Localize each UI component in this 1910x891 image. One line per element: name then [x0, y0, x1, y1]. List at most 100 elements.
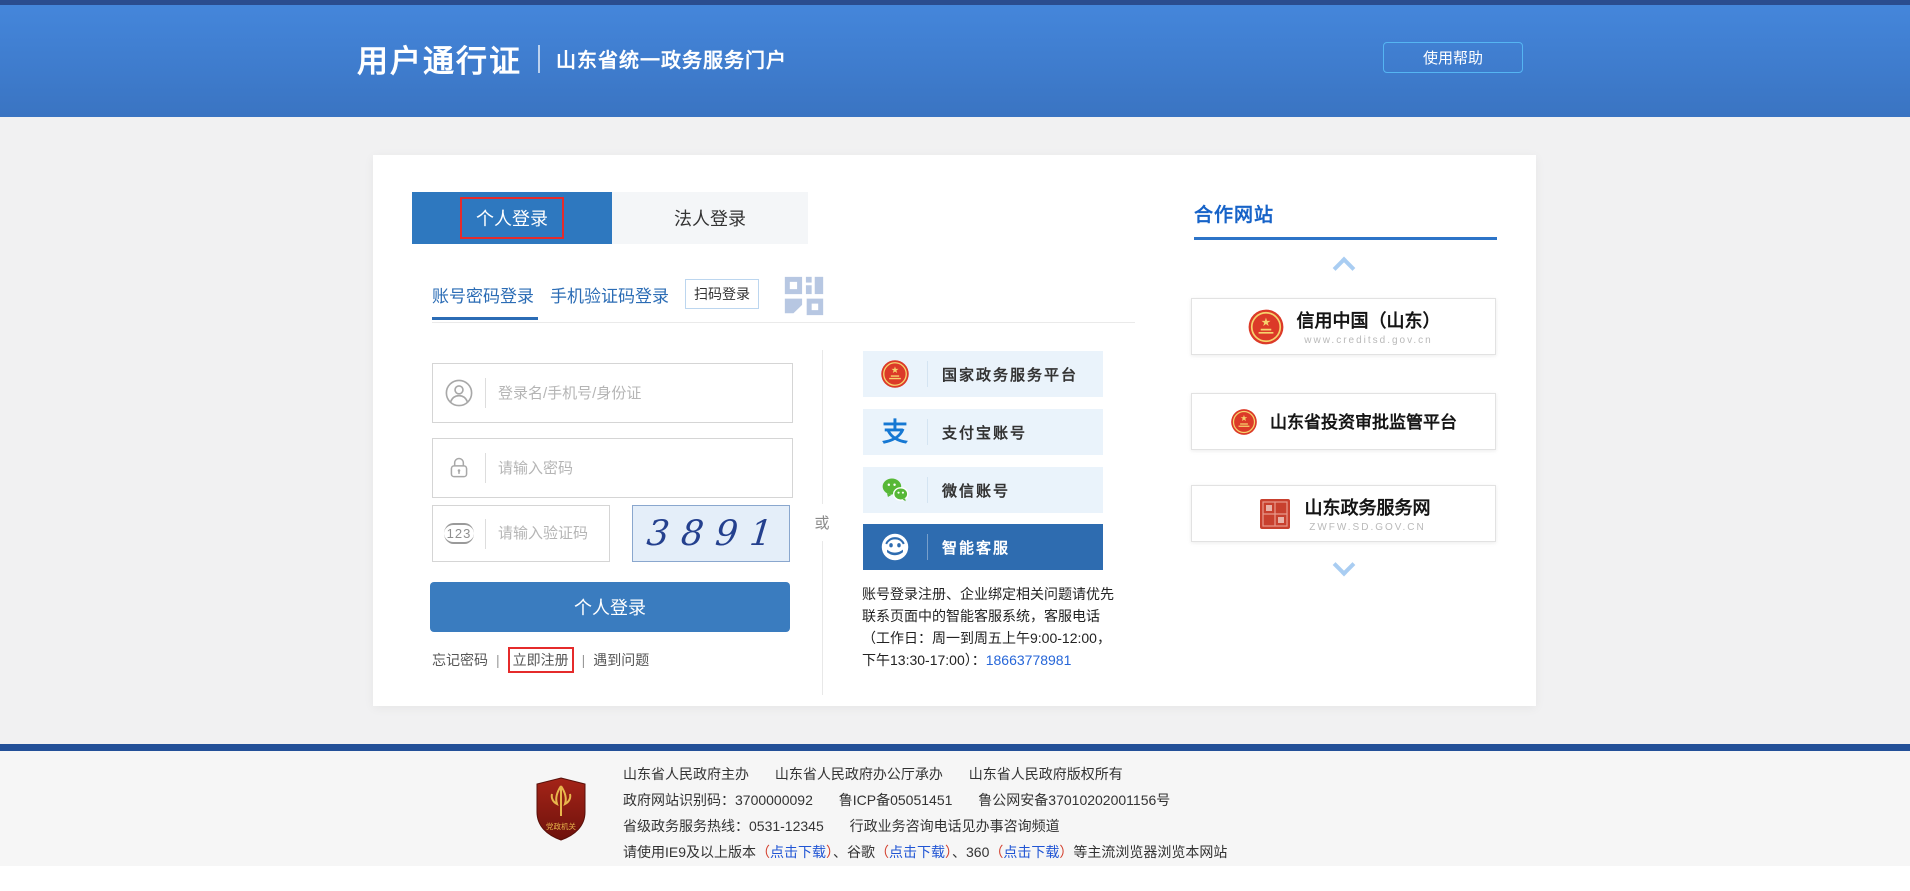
- chevron-up-icon[interactable]: [1334, 255, 1354, 275]
- brand: 用户通行证 山东省统一政务服务门户: [357, 0, 787, 117]
- download-ie-link[interactable]: 点击下载: [770, 844, 826, 860]
- partner-name: 信用中国（山东）: [1297, 307, 1441, 333]
- footer-copyright: 山东省人民政府版权所有: [969, 766, 1123, 782]
- username-input[interactable]: [486, 385, 792, 402]
- method-sms-code[interactable]: 手机验证码登录: [550, 282, 669, 307]
- service-phone-link[interactable]: 18663778981: [986, 652, 1072, 668]
- customer-service-note: 账号登录注册、企业绑定相关问题请优先联系页面中的智能客服系统，客服电话（工作日：…: [862, 583, 1120, 671]
- footer-text: 山东省人民政府主办 山东省人民政府办公厅承办 山东省人民政府版权所有 政府网站识…: [623, 761, 1227, 865]
- browser-note-360: 、360: [952, 844, 989, 860]
- footer-security-record: 鲁公网安备37010202001156号: [978, 792, 1170, 808]
- password-field-wrap: [432, 438, 793, 498]
- password-input[interactable]: [486, 460, 792, 477]
- header: 用户通行证 山东省统一政务服务门户 使用帮助: [0, 0, 1910, 117]
- qr-code-icon[interactable]: [781, 273, 827, 319]
- svg-text:★: ★: [1240, 413, 1248, 423]
- partner-url-caption: www.creditsd.gov.cn: [1304, 335, 1432, 346]
- captcha-value: 3891: [635, 514, 786, 554]
- annotation-box-register: 立即注册: [508, 647, 574, 673]
- partner-site-shandong-zwfw[interactable]: 山东政务服务网 ZWFW.SD.GOV.CN: [1191, 485, 1496, 542]
- tab-legal-label: 法人登录: [674, 205, 746, 231]
- paren-open: （: [756, 844, 770, 860]
- divider-line: [822, 541, 823, 695]
- partner-card-text: 山东政务服务网 ZWFW.SD.GOV.CN: [1305, 494, 1431, 533]
- captcha-image[interactable]: 3891: [632, 505, 790, 562]
- footer-icp: 鲁ICP备05051451: [839, 792, 953, 808]
- footer-hotline: 省级政务服务热线：0531-12345: [623, 818, 824, 834]
- helper-links-row: 忘记密码 | 立即注册 | 遇到问题: [432, 647, 649, 673]
- third-party-label: 国家政务服务平台: [928, 364, 1078, 385]
- partner-card-text: 信用中国（山东） www.creditsd.gov.cn: [1297, 307, 1441, 346]
- third-party-label: 支付宝账号: [928, 422, 1027, 443]
- site-title: 用户通行证: [357, 36, 522, 81]
- tab-personal-label: 个人登录: [476, 209, 548, 229]
- partners-title: 合作网站: [1194, 200, 1274, 227]
- personal-login-submit-button[interactable]: 个人登录: [430, 582, 790, 632]
- third-party-label: 智能客服: [928, 537, 1010, 558]
- partners-title-underline: [1194, 237, 1497, 240]
- government-badge-icon: 党政机关: [533, 776, 589, 842]
- footer-accent-bar: [0, 744, 1910, 751]
- third-party-wechat[interactable]: 微信账号: [863, 467, 1103, 513]
- browser-note-prefix: 请使用IE9及以上版本: [623, 844, 756, 860]
- national-emblem-icon: ★: [1230, 408, 1258, 436]
- wechat-icon: [863, 475, 927, 505]
- captcha-field-wrap: 123: [432, 505, 610, 562]
- svg-text:★: ★: [1260, 315, 1270, 328]
- method-scan-login[interactable]: 扫码登录: [685, 279, 759, 309]
- footer-host: 山东省人民政府主办: [623, 766, 749, 782]
- red-seal-icon: [1257, 496, 1293, 532]
- forgot-password-link[interactable]: 忘记密码: [432, 650, 488, 670]
- or-divider: 或: [813, 350, 831, 695]
- national-emblem-icon: ★: [863, 359, 927, 389]
- footer-line-1: 山东省人民政府主办 山东省人民政府办公厅承办 山东省人民政府版权所有: [623, 761, 1227, 787]
- footer-organizer: 山东省人民政府办公厅承办: [775, 766, 943, 782]
- partner-site-credit-china[interactable]: ★ 信用中国（山东） www.creditsd.gov.cn: [1191, 298, 1496, 355]
- login-card: 个人登录 法人登录 账号密码登录 手机验证码登录 扫码登录: [373, 155, 1536, 706]
- partner-site-investment-platform[interactable]: ★ 山东省投资审批监管平台: [1191, 393, 1496, 450]
- login-portal-page: 用户通行证 山东省统一政务服务门户 使用帮助 个人登录 法人登录 账号密码登录 …: [0, 0, 1910, 891]
- third-party-smart-service[interactable]: 智能客服: [863, 524, 1103, 570]
- download-360-link[interactable]: 点击下载: [1003, 844, 1059, 860]
- trouble-link[interactable]: 遇到问题: [593, 650, 649, 670]
- tab-personal-login[interactable]: 个人登录: [412, 192, 612, 244]
- footer-line-4: 请使用IE9及以上版本（点击下载）、谷歌（点击下载）、360（点击下载）等主流浏…: [623, 839, 1227, 865]
- site-subtitle: 山东省统一政务服务门户: [556, 44, 787, 73]
- tab-legal-login[interactable]: 法人登录: [612, 192, 808, 244]
- link-separator: |: [582, 652, 586, 668]
- method-account-password[interactable]: 账号密码登录: [432, 282, 534, 307]
- footer-line-3: 省级政务服务热线：0531-12345 行政业务咨询电话见办事咨询频道: [623, 813, 1227, 839]
- or-label: 或: [814, 512, 829, 533]
- browser-note-chrome: 、谷歌: [833, 844, 875, 860]
- captcha-123-icon: 123: [433, 523, 485, 544]
- paren-open: （: [875, 844, 889, 860]
- chevron-down-icon[interactable]: [1334, 557, 1354, 577]
- third-party-national-platform[interactable]: ★ 国家政务服务平台: [863, 351, 1103, 397]
- national-emblem-icon: ★: [1247, 308, 1285, 346]
- robot-customer-service-icon: [863, 532, 927, 562]
- partner-card-text: 山东省投资审批监管平台: [1270, 408, 1457, 435]
- paren-close: ）: [826, 844, 833, 860]
- username-field-wrap: [432, 363, 793, 423]
- download-chrome-link[interactable]: 点击下载: [889, 844, 945, 860]
- paren-close: ）: [1059, 844, 1073, 860]
- method-active-underline: [432, 317, 538, 320]
- footer-line-2: 政府网站识别码：3700000092 鲁ICP备05051451 鲁公网安备37…: [623, 787, 1227, 813]
- lock-icon: [433, 455, 485, 481]
- user-icon: [433, 379, 485, 407]
- method-divider-line: [432, 322, 1135, 323]
- help-button[interactable]: 使用帮助: [1383, 42, 1523, 73]
- annotation-box-personal-tab: 个人登录: [460, 197, 564, 239]
- alipay-icon: 支: [863, 419, 927, 445]
- third-party-label: 微信账号: [928, 480, 1010, 501]
- register-now-link[interactable]: 立即注册: [513, 652, 569, 668]
- captcha-input[interactable]: [486, 525, 609, 542]
- browser-note-suffix: 等主流浏览器浏览本网站: [1073, 844, 1227, 860]
- partner-name: 山东政务服务网: [1305, 494, 1431, 520]
- brand-divider: [538, 45, 540, 73]
- footer-consult-note: 行政业务咨询电话见办事咨询频道: [850, 818, 1060, 834]
- third-party-alipay[interactable]: 支 支付宝账号: [863, 409, 1103, 455]
- partner-url-caption: ZWFW.SD.GOV.CN: [1309, 522, 1426, 533]
- paren-open: （: [989, 844, 1003, 860]
- header-top-strip: [0, 0, 1910, 5]
